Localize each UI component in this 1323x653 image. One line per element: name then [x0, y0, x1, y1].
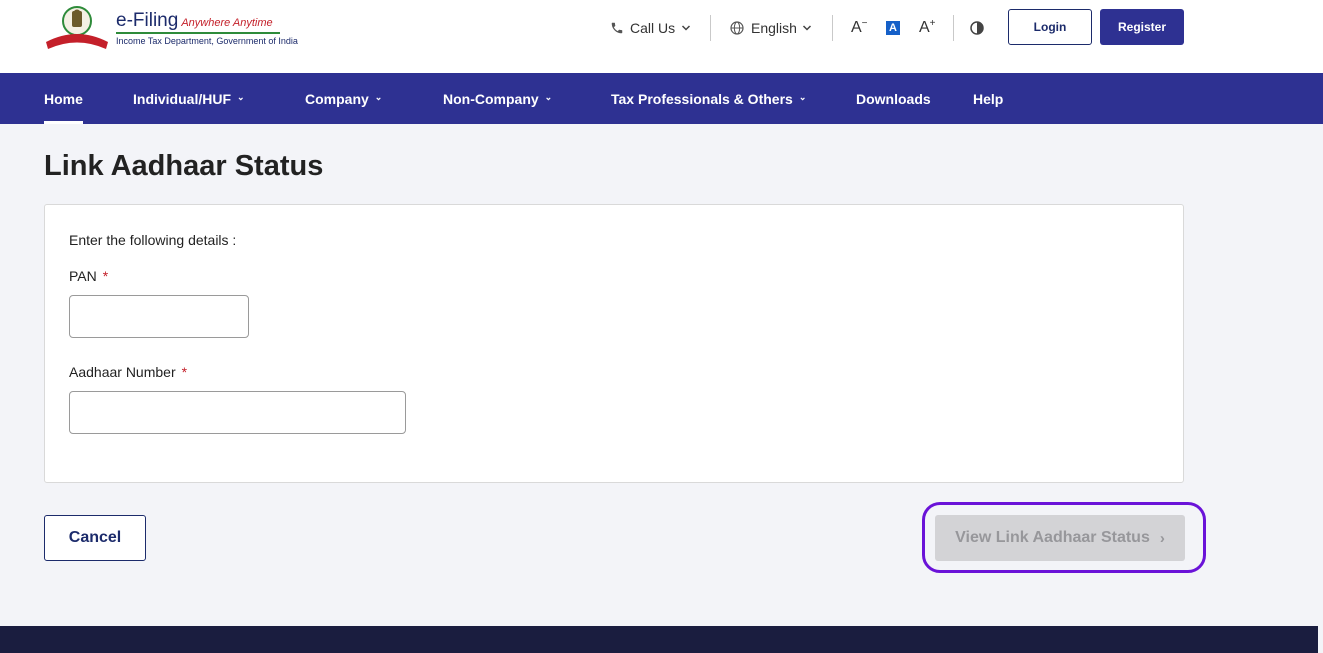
required-mark: * [181, 364, 188, 380]
font-default-button[interactable]: A [886, 0, 900, 56]
font-decrease-icon: A [851, 19, 862, 36]
emblem-icon [46, 6, 108, 49]
divider [832, 15, 833, 41]
login-button[interactable]: Login [1008, 9, 1092, 45]
nav-item-label: Home [44, 90, 83, 107]
details-form-card: Enter the following details : PAN * Aadha… [44, 204, 1184, 483]
footer [0, 626, 1318, 653]
nav-item-label: Help [973, 90, 1004, 107]
brand-name: e-Filing [116, 10, 179, 31]
chevron-down-icon [802, 25, 811, 31]
divider [953, 15, 954, 41]
main-nav: Home Individual/HUF ⌄ Company ⌄ Non-Compan… [0, 73, 1323, 124]
pan-input[interactable] [69, 295, 249, 338]
chevron-right-icon: › [1159, 529, 1165, 547]
plus-sup: + [929, 17, 936, 29]
nav-item-label: Tax Professionals & Others [611, 90, 793, 107]
call-us-label: Call Us [630, 20, 676, 36]
nav-item-tax-professionals[interactable]: Tax Professionals & Others ⌄ [611, 73, 806, 124]
nav-item-label: Company [305, 90, 369, 107]
contrast-toggle[interactable] [970, 0, 984, 56]
chevron-down-icon: ⌄ [798, 92, 807, 102]
pan-label: PAN * [69, 268, 108, 284]
brand-subtitle: Income Tax Department, Government of Ind… [116, 36, 298, 46]
globe-icon [730, 21, 744, 35]
aadhaar-label: Aadhaar Number * [69, 364, 187, 380]
nav-item-downloads[interactable]: Downloads [856, 73, 931, 124]
font-default-icon: A [886, 21, 900, 35]
language-dropdown[interactable]: English [729, 0, 812, 56]
minus-sup: − [861, 17, 868, 29]
top-header: e-Filing Anywhere Anytime Income Tax Depa… [0, 0, 1323, 73]
pan-label-text: PAN [69, 268, 97, 284]
nav-item-non-company[interactable]: Non-Company ⌄ [443, 73, 552, 124]
phone-icon [611, 22, 623, 34]
required-mark: * [102, 268, 109, 284]
contrast-icon [970, 21, 984, 35]
efiling-logo[interactable]: e-Filing Anywhere Anytime Income Tax Depa… [44, 4, 298, 52]
nav-item-label: Individual/HUF [133, 90, 231, 107]
nav-item-help[interactable]: Help [973, 73, 1003, 124]
form-intro: Enter the following details : [69, 232, 237, 248]
chevron-down-icon: ⌄ [237, 92, 245, 102]
aadhaar-input[interactable] [69, 391, 406, 434]
nav-item-label: Downloads [856, 90, 931, 107]
language-label: English [751, 20, 797, 36]
view-link-aadhaar-status-button[interactable]: View Link Aadhaar Status › [935, 515, 1185, 561]
chevron-down-icon [682, 25, 691, 31]
divider [710, 15, 711, 41]
nav-item-individual-huf[interactable]: Individual/HUF ⌄ [133, 73, 245, 124]
call-us-dropdown[interactable]: Call Us [610, 0, 691, 56]
nav-item-label: Non-Company [443, 90, 539, 107]
nav-item-company[interactable]: Company ⌄ [305, 73, 382, 124]
nav-item-home[interactable]: Home [44, 73, 83, 124]
chevron-down-icon: ⌄ [544, 92, 553, 102]
view-button-label: View Link Aadhaar Status [955, 529, 1150, 546]
font-increase-button[interactable]: A + [919, 0, 936, 56]
font-decrease-button[interactable]: A − [851, 0, 868, 56]
brand-underline [116, 32, 280, 34]
register-button[interactable]: Register [1100, 9, 1184, 45]
brand-tagline: Anywhere Anytime [181, 17, 273, 29]
page-title: Link Aadhaar Status [44, 150, 324, 182]
chevron-down-icon: ⌄ [374, 92, 383, 102]
font-increase-icon: A [919, 19, 930, 36]
aadhaar-label-text: Aadhaar Number [69, 364, 176, 380]
cancel-button[interactable]: Cancel [44, 515, 146, 561]
brand-title: e-Filing Anywhere Anytime [116, 10, 273, 32]
